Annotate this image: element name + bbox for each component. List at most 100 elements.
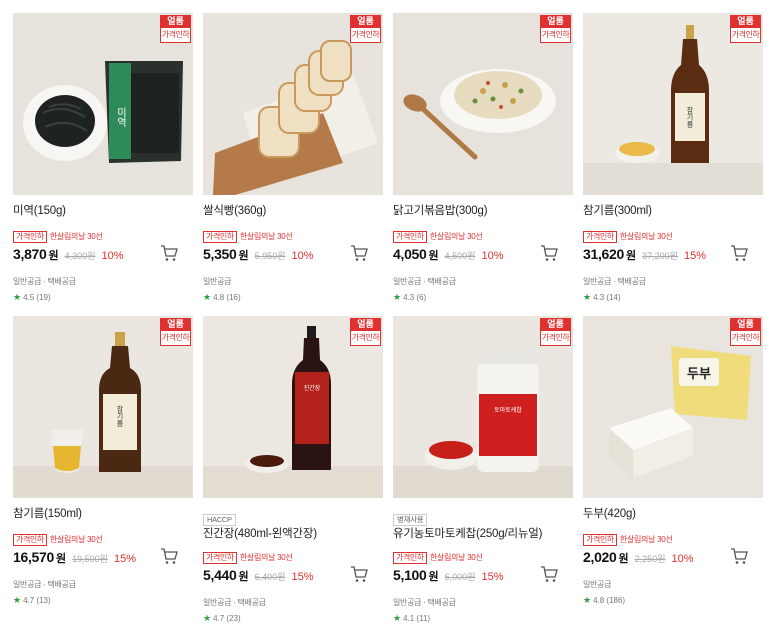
product-name[interactable]: 쌀식빵(360g) [203,204,383,219]
soy-bottle-label: 진간장 [304,384,321,392]
product-card[interactable]: 두부 얼룸 가격인하 두부(420g) 가격인하 한살림의날 30선 2,020 원… [583,316,763,606]
badge: 얼룸 가격인하 [540,318,571,346]
rating-text: 4.1 (11) [403,614,431,623]
star-icon: ★ [583,595,592,605]
product-image[interactable]: 얼룸 가격인하 [203,13,383,195]
event-note: 한살림의날 30선 [239,232,293,241]
badge: 얼룸 가격인하 [730,15,761,43]
product-card[interactable]: 토마토케찹 얼룸 가격인하 병재사용 유기농토마토케찹(250g/리뉴얼) 가격… [393,316,573,624]
product-card[interactable]: 미역 얼룸 가격인하 미역(150g) 가격인하 한살림의날 30선 3,870 원… [13,13,193,303]
rating: ★ 4.5 (19) [13,292,193,303]
rating-text: 4.7 (13) [23,596,51,605]
badge: 얼룸 가격인하 [350,15,381,43]
discount-rate: 10% [671,553,694,565]
badge-top-label: 얼룸 [350,15,381,28]
product-name[interactable]: 닭고기볶음밥(300g) [393,204,573,219]
rating-text: 4.3 (6) [403,293,427,302]
discount-rate: 15% [113,553,136,565]
original-price: 2,250원 [634,554,666,564]
currency-unit: 원 [626,250,637,262]
rating: ★ 4.3 (14) [583,292,763,303]
product-image[interactable]: 두부 얼룸 가격인하 [583,316,763,498]
rating-text: 4.8 (186) [593,596,626,605]
price-row: 5,440 원 6,400원 15% [203,564,383,585]
price-row: 4,050 원 4,500원 10% [393,243,573,264]
currency-unit: 원 [56,553,67,565]
currency-unit: 원 [238,250,249,262]
badge: 얼룸 가격인하 [730,318,761,346]
product-card[interactable]: 얼룸 가격인하 닭고기볶음밥(300g) 가격인하한살림의날 30선 4,050… [393,13,573,303]
cart-icon[interactable] [349,243,369,263]
seaweed-pack-label: 미역 [115,107,127,128]
cart-icon[interactable] [539,564,559,584]
discount-rate: 15% [481,571,504,583]
rating: ★ 4.3 (6) [393,292,573,303]
badge-bottom-label: 가격인하 [350,28,381,43]
badge-top-label: 얼룸 [160,15,191,28]
cart-icon[interactable] [349,564,369,584]
cart-icon[interactable] [539,243,559,263]
price-drop-tag: 가격인하 [203,552,237,564]
badge-bottom-label: 가격인하 [160,28,191,43]
badge: 얼룸 가격인하 [350,318,381,346]
rating: ★ 4.8 (186) [583,595,763,606]
badge-bottom-label: 가격인하 [350,331,381,346]
delivery-type: 일반공급 · 택배공급 [13,277,76,286]
product-image[interactable]: 토마토케찹 얼룸 가격인하 [393,316,573,498]
currency-unit: 원 [48,250,59,262]
product-image[interactable]: 진간장 얼룸 가격인하 [203,316,383,498]
product-image[interactable]: 참기름 얼룸 가격인하 [583,13,763,195]
product-name[interactable]: 참기름(150ml) [13,507,193,522]
product-image[interactable]: 참기름 얼룸 가격인하 [13,316,193,498]
price-row: 5,100 원 6,000원 15% [393,564,573,585]
badge: 얼룸 가격인하 [160,15,191,43]
badge-top-label: 얼룸 [160,318,191,331]
product-card[interactable]: 얼룸 가격인하 쌀식빵(360g) 가격인하 한살림의날 30선 5,350 원 5,… [203,13,383,303]
rating-text: 4.8 (16) [213,293,241,302]
sale-price: 5,100 [393,567,427,583]
product-name[interactable]: 진간장(480ml-왼액간장) [203,527,383,542]
price-row: 31,620 원 37,200원 15% [583,243,763,264]
rating-text: 4.7 (23) [213,614,241,623]
original-price: 19,500원 [72,554,108,564]
discount-rate: 10% [481,250,504,262]
discount-rate: 10% [291,250,314,262]
event-note: 한살림의날 30선 [619,535,673,544]
product-name[interactable]: 두부(420g) [583,507,763,522]
product-image[interactable]: 미역 얼룸 가격인하 [13,13,193,195]
sale-price: 16,570 [13,549,55,565]
event-note: 한살림의날 30선 [619,232,673,241]
price-drop-tag: 가격인하 [13,534,47,546]
product-name[interactable]: 미역(150g) [13,204,193,219]
badge-top-label: 얼룸 [350,318,381,331]
rating: ★ 4.1 (11) [393,613,573,624]
star-icon: ★ [13,292,22,302]
product-name[interactable]: 유기농토마토케찹(250g/리뉴얼) [393,527,573,542]
price-drop-tag: 가격인하 [393,552,427,564]
original-price: 37,200원 [642,251,678,261]
delivery-type: 일반공급 · 택배공급 [393,277,456,286]
product-image[interactable]: 얼룸 가격인하 [393,13,573,195]
badge: 얼룸 가격인하 [540,15,571,43]
cart-icon[interactable] [159,243,179,263]
certification-row: HACCP [203,509,383,526]
sale-price: 2,020 [583,549,617,565]
delivery-type: 일반공급 · 택배공급 [583,277,646,286]
product-card[interactable]: 진간장 얼룸 가격인하 HACCP 진간장(480ml-왼액간장) 가격인하 한살… [203,316,383,624]
reuse-bottle-tag: 병재사용 [393,514,428,526]
badge-bottom-label: 가격인하 [540,28,571,43]
star-icon: ★ [203,292,212,302]
product-card[interactable]: 참기름 얼룸 가격인하 참기름(300ml) 가격인하 한살림의날 30선 31,… [583,13,763,303]
star-icon: ★ [583,292,592,302]
cart-icon[interactable] [159,546,179,566]
delivery-type: 일반공급 · 택배공급 [203,598,266,607]
ketchup-jar-label: 토마토케찹 [494,406,522,414]
price-row: 3,870 원 4,300원 10% [13,243,193,264]
oil-bottle-label: 참기름 [686,107,694,128]
product-card[interactable]: 참기름 얼룸 가격인하 참기름(150ml) 가격인하 한살림의날 30선 16,… [13,316,193,606]
cart-icon[interactable] [729,546,749,566]
product-name[interactable]: 참기름(300ml) [583,204,763,219]
delivery-type: 일반공급 [583,580,612,589]
event-note: 한살림의날 30선 [429,232,483,241]
cart-icon[interactable] [729,243,749,263]
